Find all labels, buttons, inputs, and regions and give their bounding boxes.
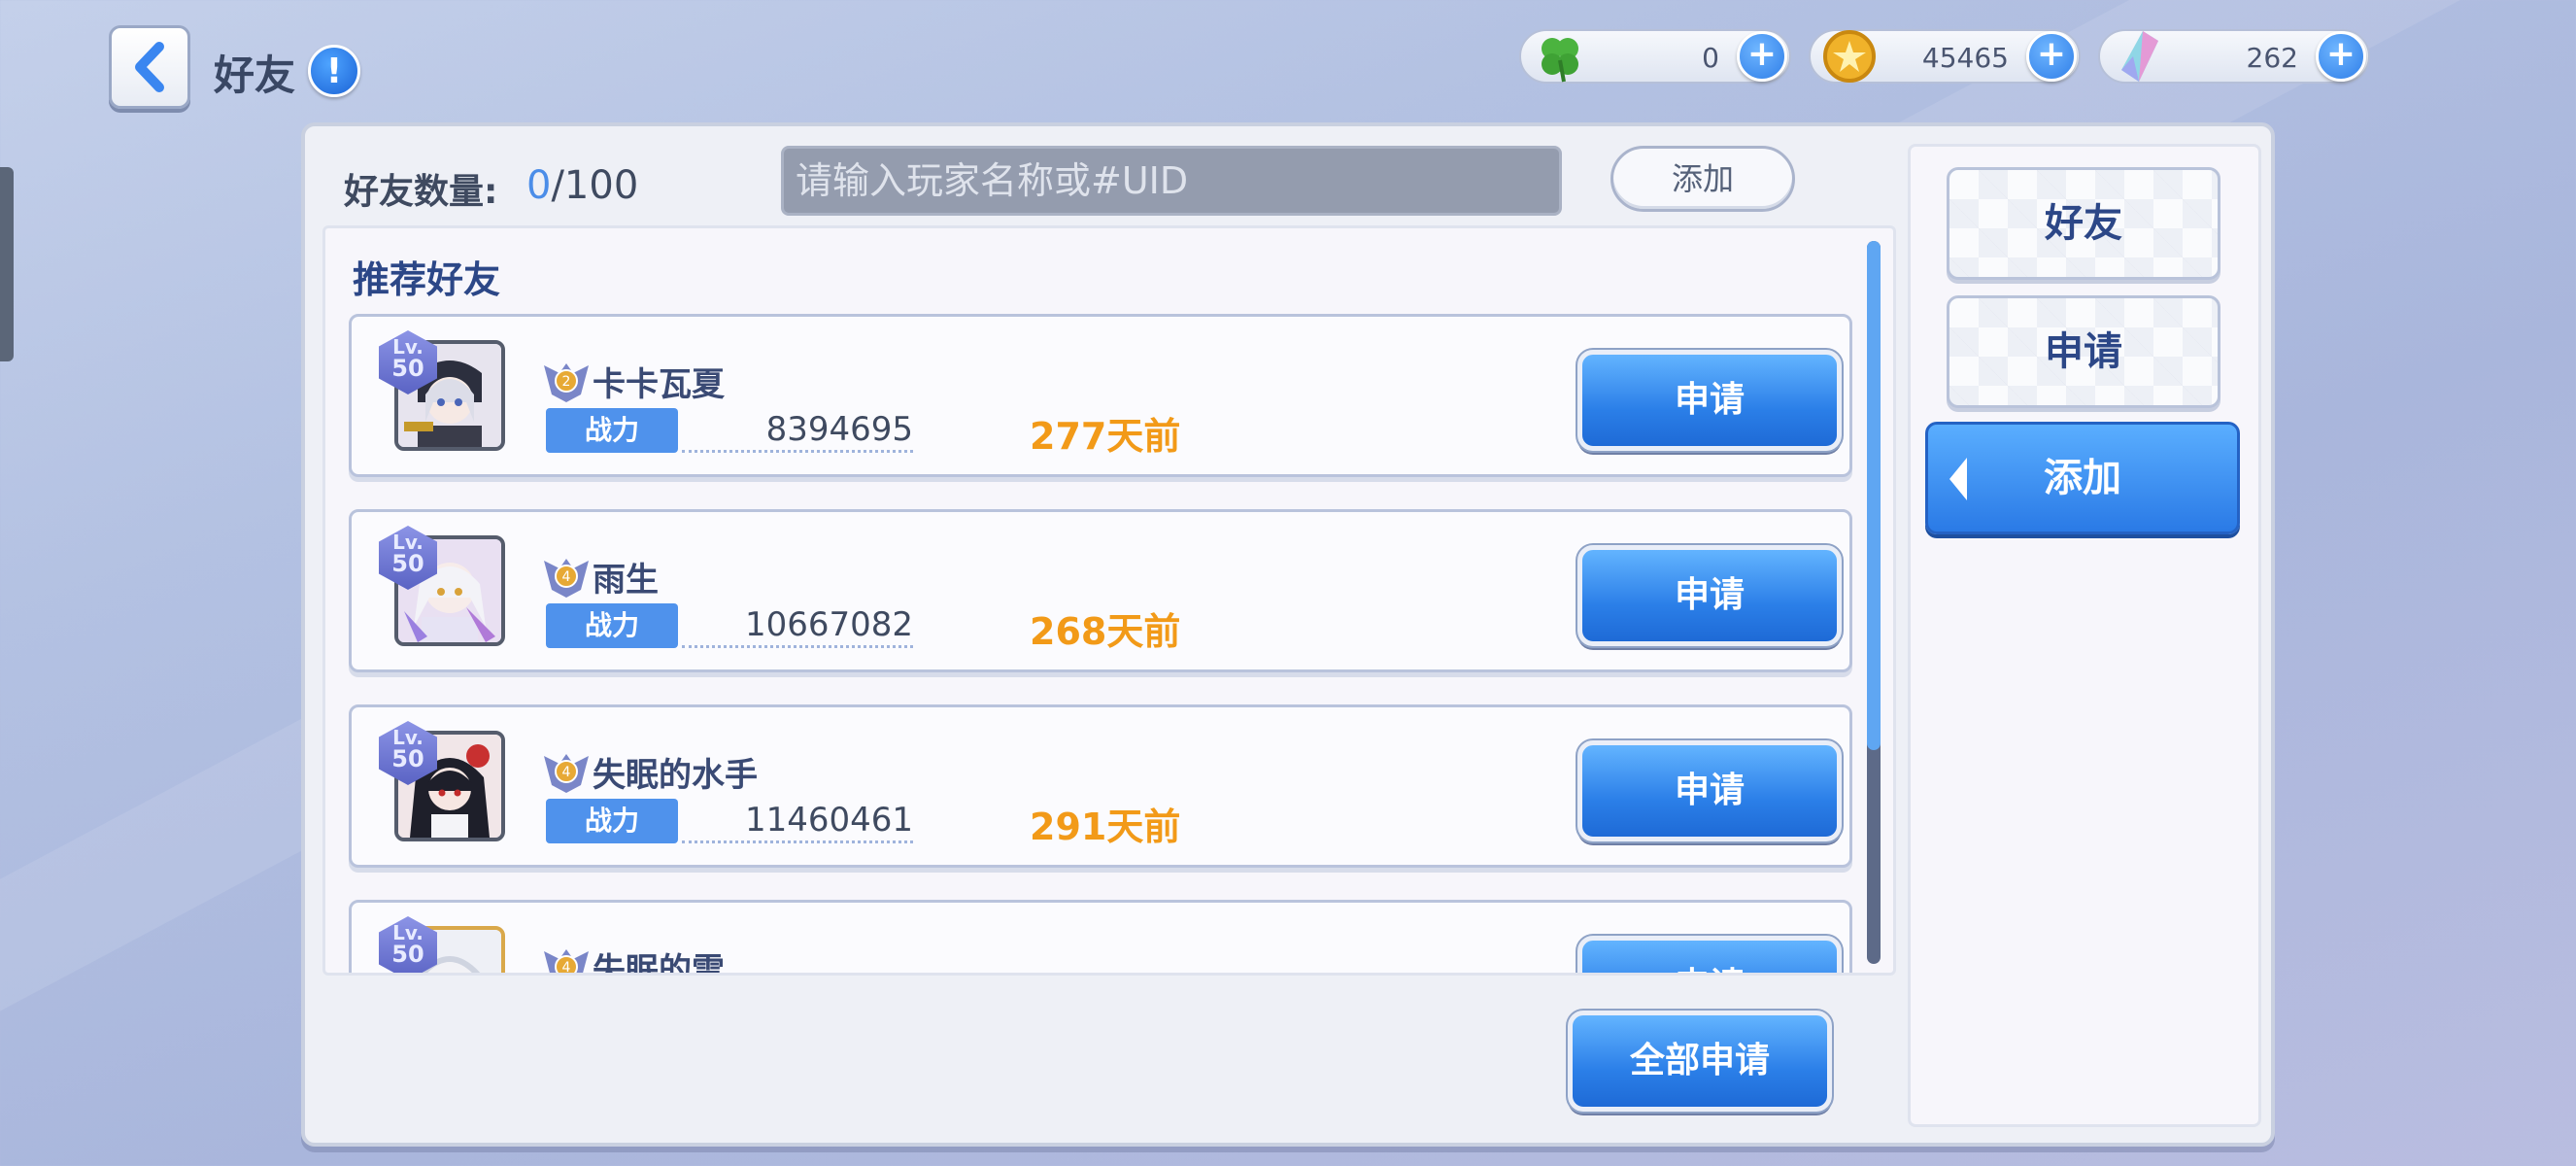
exclamation-info-icon[interactable]: !: [308, 45, 360, 97]
chevron-left-icon: [1949, 458, 1967, 500]
player-name: 雨生: [593, 561, 659, 600]
chevron-left-icon: [135, 42, 164, 92]
tab-add[interactable]: 添加: [1925, 422, 2240, 534]
friend-count: 0/100: [526, 163, 638, 208]
friend-count-label: 好友数量:: [344, 172, 498, 212]
tab-add-label: 添加: [2044, 456, 2121, 500]
crystal-value: 262: [2246, 42, 2298, 74]
list-item: Lv. 50 2 卡卡瓦夏 战力 8394695 277天前 申请: [349, 314, 1852, 477]
clover-icon: [1542, 38, 1578, 83]
add-coin-button[interactable]: +: [2026, 31, 2077, 82]
last-online: 268天前: [1030, 610, 1181, 653]
recommended-list[interactable]: 推荐好友 Lv. 50 2 卡卡瓦夏 战力 8394695 277天前 申请 L…: [322, 225, 1896, 976]
last-online: 277天前: [1030, 415, 1181, 458]
power-value: 11460461: [682, 801, 913, 843]
scrollbar-thumb[interactable]: [1867, 241, 1881, 750]
power-label: 战力: [546, 799, 678, 843]
add-clover-button[interactable]: +: [1737, 31, 1787, 82]
gold-coin-icon: [1823, 30, 1876, 83]
clover-value: 0: [1702, 42, 1719, 74]
last-online: 291天前: [1030, 806, 1181, 848]
apply-button[interactable]: 申请: [1576, 543, 1844, 648]
tab-requests[interactable]: 申请: [1947, 295, 2220, 408]
rank-wing-icon: 2: [544, 363, 589, 402]
search-input[interactable]: [781, 146, 1562, 216]
page-title: 好友: [214, 51, 296, 99]
list-item: Lv.50 4 失眠的雪 申请: [349, 900, 1852, 976]
rank-wing-icon: 4: [544, 559, 589, 598]
apply-all-button[interactable]: 全部申请: [1566, 1009, 1834, 1114]
svg-text:2: 2: [562, 374, 571, 390]
back-button[interactable]: [109, 25, 190, 109]
list-item: Lv. 50 4 失眠的水手 战力 11460461 291天前 申请: [349, 704, 1852, 868]
svg-text:4: 4: [562, 960, 571, 976]
power-label: 战力: [546, 408, 678, 453]
crystal-icon: [2121, 31, 2158, 82]
player-name: 失眠的雪: [593, 951, 725, 976]
svg-text:4: 4: [562, 765, 571, 780]
svg-text:4: 4: [562, 569, 571, 585]
list-item: Lv. 50 4 雨生 战力 10667082 268天前 申请: [349, 509, 1852, 672]
rank-wing-icon: 4: [544, 754, 589, 793]
coin-value: 45465: [1921, 42, 2009, 74]
player-name: 失眠的水手: [593, 756, 758, 795]
apply-button[interactable]: 申请: [1576, 738, 1844, 843]
power-label: 战力: [546, 603, 678, 648]
side-drawer-handle[interactable]: [0, 167, 14, 361]
friend-count-max: /100: [551, 163, 639, 208]
power-value: 10667082: [682, 605, 913, 648]
crystal-currency: 262 +: [2098, 29, 2370, 84]
add-crystal-button[interactable]: +: [2316, 31, 2366, 82]
apply-button[interactable]: 申请: [1576, 934, 1844, 973]
coin-currency: 45465 +: [1809, 29, 2081, 84]
rank-wing-icon: 4: [544, 949, 589, 976]
clover-currency: 0 +: [1519, 29, 1791, 84]
side-tab-panel: [1908, 144, 2261, 1127]
tab-friends[interactable]: 好友: [1947, 167, 2220, 280]
power-value: 8394695: [682, 410, 913, 453]
section-title: 推荐好友: [353, 258, 501, 301]
apply-button[interactable]: 申请: [1576, 348, 1844, 453]
friend-count-current: 0: [526, 163, 552, 208]
add-friend-button[interactable]: 添加: [1610, 146, 1795, 212]
player-name: 卡卡瓦夏: [593, 365, 725, 404]
